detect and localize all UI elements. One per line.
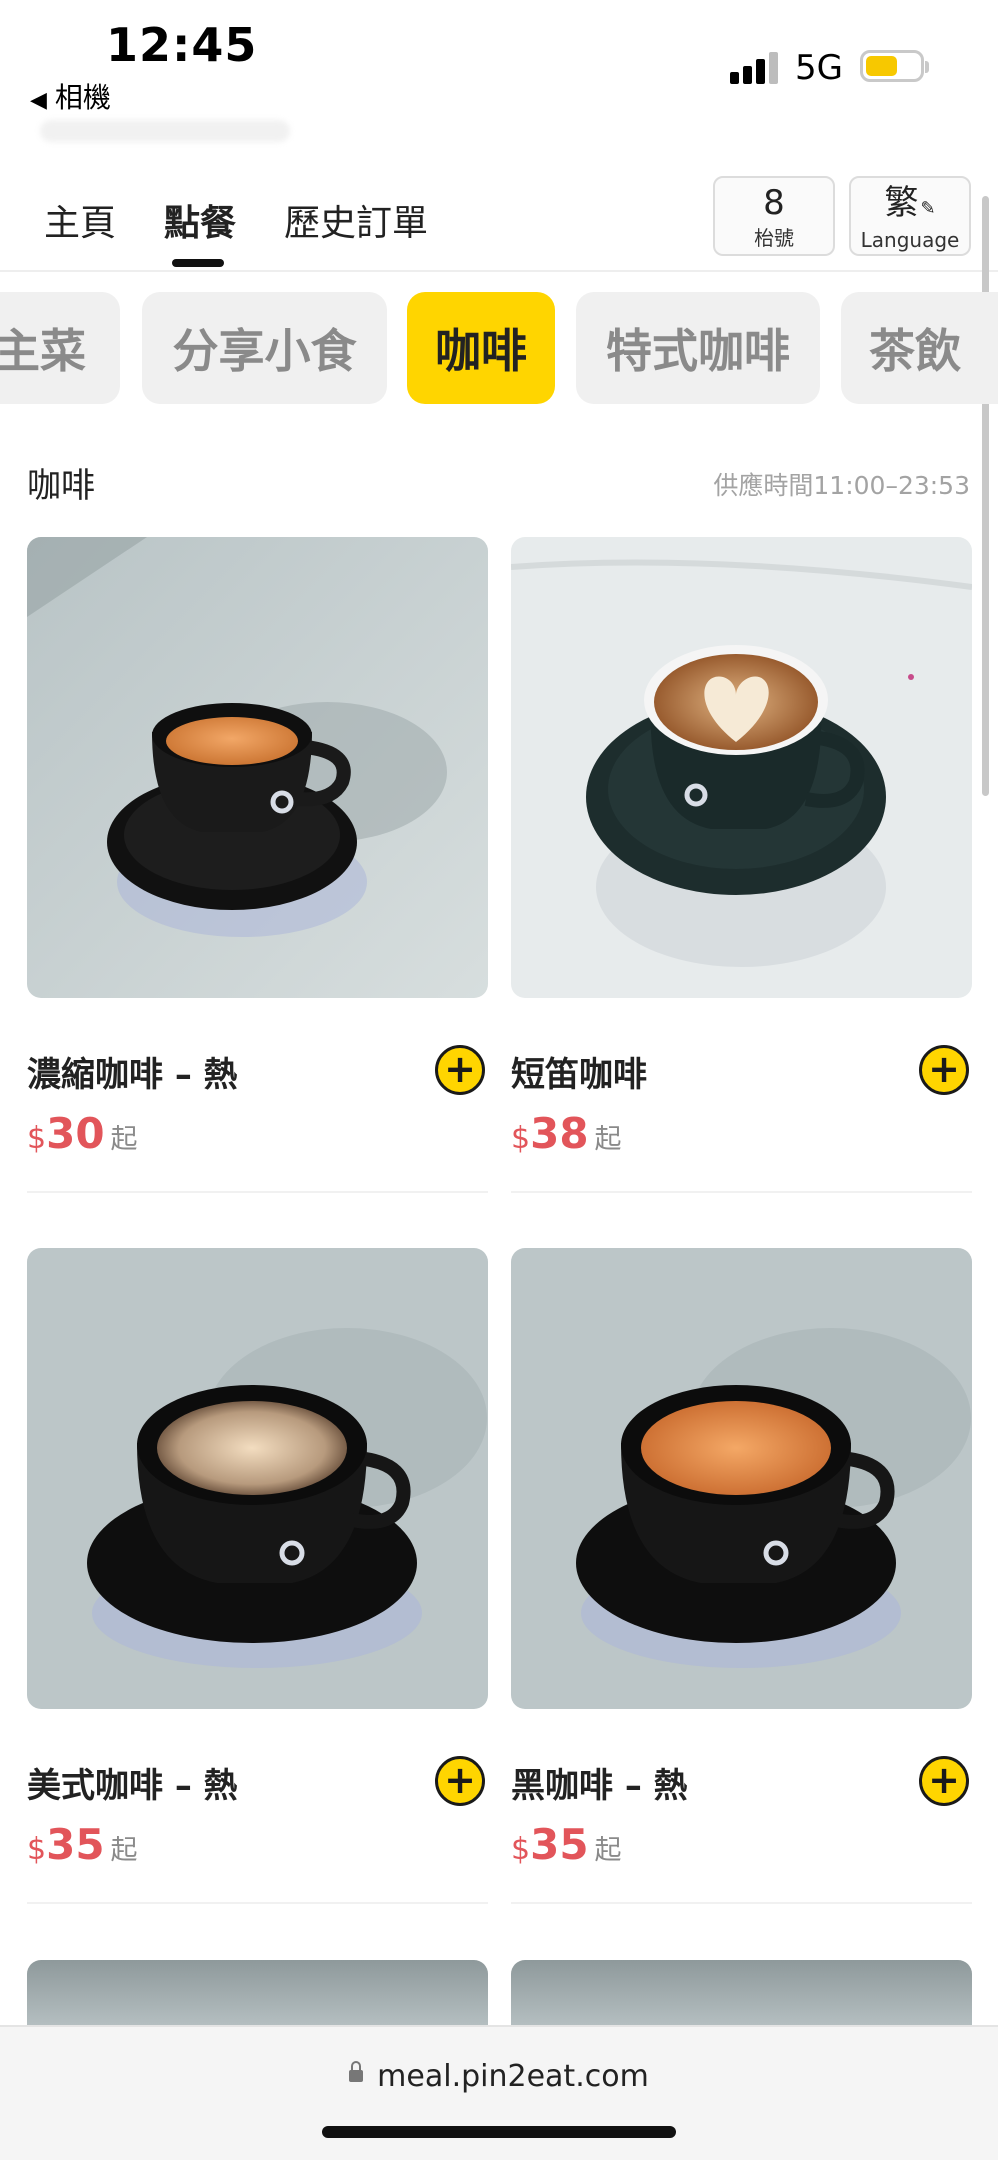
lock-icon bbox=[349, 2060, 364, 2082]
network-type: 5G bbox=[795, 48, 843, 88]
card-divider bbox=[27, 1191, 488, 1193]
card-divider bbox=[511, 1902, 972, 1904]
category-tea-drinks[interactable]: 茶飲 bbox=[841, 292, 998, 404]
price-currency: $ bbox=[511, 1832, 531, 1867]
category-coffee[interactable]: 咖啡 bbox=[407, 292, 555, 404]
plus-icon: + bbox=[928, 1046, 960, 1091]
product-price: $38 起 bbox=[511, 1109, 622, 1158]
battery-tip bbox=[925, 61, 929, 73]
table-number-label: 枱號 bbox=[754, 226, 794, 250]
product-image[interactable] bbox=[27, 537, 488, 998]
language-button[interactable]: 繁 ✎ Language bbox=[849, 176, 971, 256]
back-triangle-icon: ◀ bbox=[30, 88, 47, 113]
product-card[interactable]: 黑咖啡 – 熱 + $35 起 bbox=[511, 1248, 972, 1908]
section-title: 咖啡 bbox=[27, 466, 95, 506]
price-currency: $ bbox=[27, 1121, 47, 1156]
product-name: 短笛咖啡 bbox=[511, 1055, 647, 1095]
product-name: 濃縮咖啡 – 熱 bbox=[27, 1055, 238, 1095]
price-amount: 30 bbox=[46, 1109, 105, 1158]
blurred-header-text bbox=[40, 120, 290, 142]
section-hours: 供應時間11:00–23:53 bbox=[713, 471, 970, 500]
active-tab-indicator bbox=[172, 259, 224, 267]
price-suffix: 起 bbox=[110, 1124, 138, 1155]
category-label: 特式咖啡 bbox=[606, 324, 790, 378]
price-suffix: 起 bbox=[110, 1835, 138, 1866]
price-amount: 38 bbox=[530, 1109, 589, 1158]
status-bar: 12:45 ◀ 相機 5G bbox=[0, 0, 998, 120]
battery-icon bbox=[860, 50, 924, 82]
product-card[interactable]: 濃縮咖啡 – 熱 + $30 起 bbox=[27, 537, 488, 1197]
product-card[interactable]: 短笛咖啡 + $38 起 bbox=[511, 537, 972, 1197]
url-text: meal.pin2eat.com bbox=[377, 2059, 649, 2094]
tab-order-history[interactable]: 歷史訂單 bbox=[284, 194, 428, 246]
page-scrollbar[interactable] bbox=[982, 196, 989, 796]
add-to-cart-button[interactable]: + bbox=[919, 1756, 969, 1806]
nav-divider bbox=[0, 270, 998, 272]
plus-icon: + bbox=[444, 1046, 476, 1091]
product-image[interactable] bbox=[511, 537, 972, 998]
language-label: Language bbox=[860, 228, 960, 252]
product-name: 美式咖啡 – 熱 bbox=[27, 1766, 238, 1806]
price-amount: 35 bbox=[46, 1820, 105, 1869]
category-label: 咖啡 bbox=[435, 324, 527, 378]
language-current: 繁 bbox=[884, 183, 919, 223]
product-image[interactable] bbox=[27, 1248, 488, 1709]
product-image-partial[interactable] bbox=[27, 1960, 488, 2030]
category-specialty-coffee[interactable]: 特式咖啡 bbox=[576, 292, 820, 404]
plus-icon: + bbox=[928, 1757, 960, 1802]
browser-url-bar[interactable]: meal.pin2eat.com bbox=[0, 2025, 998, 2160]
battery-level bbox=[866, 56, 897, 76]
plus-icon: + bbox=[444, 1757, 476, 1802]
price-amount: 35 bbox=[530, 1820, 589, 1869]
status-time: 12:45 bbox=[106, 18, 258, 72]
table-number-button[interactable]: 8 枱號 bbox=[713, 176, 835, 256]
category-label: 分享小食 bbox=[172, 324, 357, 378]
add-to-cart-button[interactable]: + bbox=[435, 1045, 485, 1095]
category-label: 主菜 bbox=[0, 324, 86, 378]
product-name: 黑咖啡 – 熱 bbox=[511, 1766, 688, 1806]
tab-home[interactable]: 主頁 bbox=[44, 194, 116, 246]
product-price: $30 起 bbox=[27, 1109, 138, 1158]
product-price: $35 起 bbox=[511, 1820, 622, 1869]
tab-order[interactable]: 點餐 bbox=[164, 194, 236, 246]
card-divider bbox=[27, 1902, 488, 1904]
price-currency: $ bbox=[511, 1121, 531, 1156]
card-divider bbox=[511, 1191, 972, 1193]
price-suffix: 起 bbox=[594, 1835, 622, 1866]
cellular-signal-icon bbox=[730, 50, 782, 84]
product-card[interactable]: 美式咖啡 – 熱 + $35 起 bbox=[27, 1248, 488, 1908]
price-currency: $ bbox=[27, 1832, 47, 1867]
product-price: $35 起 bbox=[27, 1820, 138, 1869]
back-to-app-link[interactable]: ◀ 相機 bbox=[30, 76, 111, 116]
category-label: 茶飲 bbox=[869, 324, 961, 378]
category-main-dishes[interactable]: 主菜 bbox=[0, 292, 120, 404]
price-suffix: 起 bbox=[594, 1124, 622, 1155]
back-app-label: 相機 bbox=[54, 81, 111, 114]
add-to-cart-button[interactable]: + bbox=[919, 1045, 969, 1095]
product-image[interactable] bbox=[511, 1248, 972, 1709]
add-to-cart-button[interactable]: + bbox=[435, 1756, 485, 1806]
table-number: 8 bbox=[763, 183, 785, 223]
product-image-partial[interactable] bbox=[511, 1960, 972, 2030]
category-sharing-snacks[interactable]: 分享小食 bbox=[142, 292, 387, 404]
pencil-icon: ✎ bbox=[920, 198, 936, 219]
category-tabs: 主菜 分享小食 咖啡 特式咖啡 茶飲 bbox=[0, 292, 998, 404]
home-indicator[interactable] bbox=[322, 2126, 676, 2138]
